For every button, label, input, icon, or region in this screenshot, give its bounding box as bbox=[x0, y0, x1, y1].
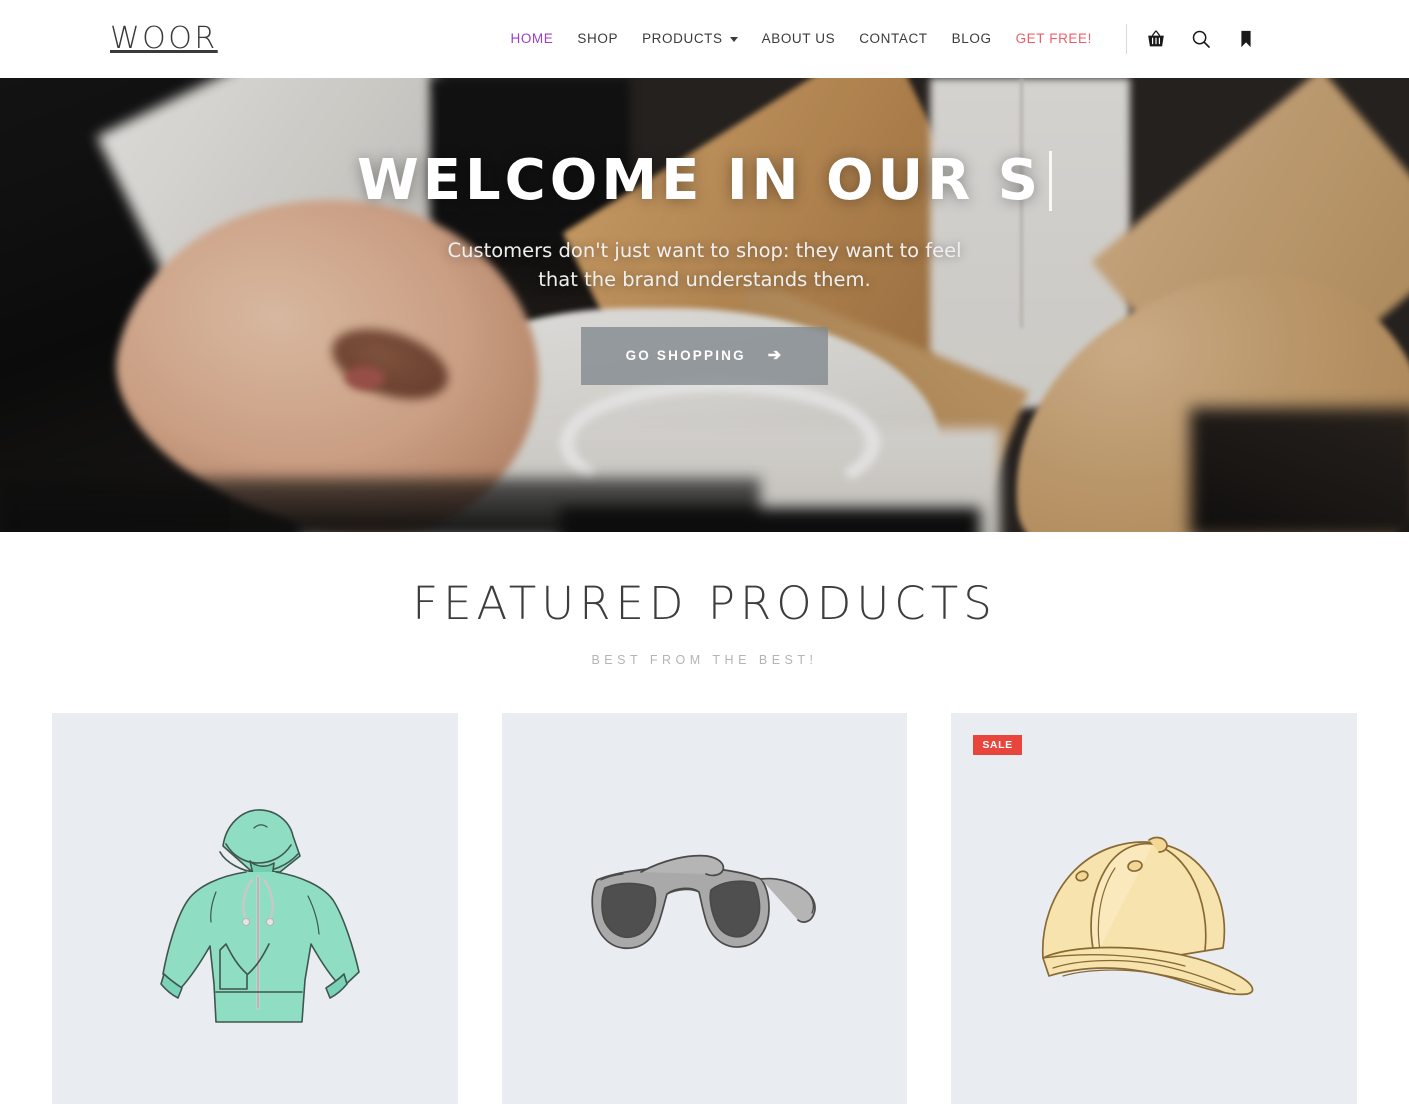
nav-link-get-free[interactable]: GET FREE! bbox=[1004, 31, 1104, 46]
product-grid: SALE bbox=[52, 713, 1357, 1104]
nav-item-contact: CONTACT bbox=[847, 30, 939, 48]
nav-item-blog: BLOG bbox=[940, 30, 1004, 48]
nav-item-get-free: GET FREE! bbox=[1004, 30, 1104, 48]
sale-badge: SALE bbox=[973, 735, 1022, 755]
product-card[interactable] bbox=[52, 713, 458, 1104]
hero-banner: WELCOME IN OUR S Customers don't just wa… bbox=[0, 78, 1409, 532]
hero-subtitle-line-1: Customers don't just want to shop: they … bbox=[447, 239, 962, 262]
hero-title-text: WELCOME IN OUR S bbox=[356, 147, 1043, 213]
featured-products-subtitle: BEST FROM THE BEST! bbox=[591, 653, 818, 667]
site-header: WOOR HOME SHOP PRODUCTS ABOUT US CONTACT… bbox=[0, 0, 1409, 78]
nav-link-home[interactable]: HOME bbox=[498, 31, 565, 46]
nav-link-blog[interactable]: BLOG bbox=[940, 31, 1004, 46]
typewriter-cursor bbox=[1049, 151, 1053, 211]
brand-logo[interactable]: WOOR bbox=[110, 24, 218, 54]
cap-illustration bbox=[1029, 826, 1279, 996]
go-shopping-label: GO SHOPPING bbox=[625, 348, 746, 363]
nav-item-home: HOME bbox=[498, 30, 565, 48]
sunglasses-illustration bbox=[579, 836, 829, 986]
bookmark-icon[interactable] bbox=[1235, 28, 1257, 50]
main-navigation: HOME SHOP PRODUCTS ABOUT US CONTACT BLOG… bbox=[498, 0, 1409, 78]
nav-link-contact[interactable]: CONTACT bbox=[847, 31, 939, 46]
hero-subtitle: Customers don't just want to shop: they … bbox=[0, 236, 1409, 295]
hero-title: WELCOME IN OUR S bbox=[356, 147, 1053, 213]
nav-item-shop: SHOP bbox=[565, 30, 630, 48]
go-shopping-button[interactable]: GO SHOPPING ➔ bbox=[580, 326, 829, 385]
hero-content: WELCOME IN OUR S Customers don't just wa… bbox=[0, 78, 1409, 385]
product-card[interactable]: SALE bbox=[951, 713, 1357, 1104]
hoodie-illustration bbox=[130, 784, 380, 1039]
nav-link-products-label: PRODUCTS bbox=[642, 31, 723, 46]
header-icon-group bbox=[1145, 28, 1257, 50]
hero-subtitle-line-2: that the brand understands them. bbox=[538, 268, 871, 292]
product-card[interactable] bbox=[501, 713, 908, 1104]
nav-item-about-us: ABOUT US bbox=[750, 30, 848, 48]
nav-link-products[interactable]: PRODUCTS bbox=[630, 31, 750, 46]
basket-icon[interactable] bbox=[1145, 28, 1167, 50]
search-icon[interactable] bbox=[1190, 28, 1212, 50]
nav-link-shop[interactable]: SHOP bbox=[565, 31, 630, 46]
nav-list: HOME SHOP PRODUCTS ABOUT US CONTACT BLOG… bbox=[498, 30, 1104, 48]
featured-products-section: FEATURED PRODUCTS BEST FROM THE BEST! SA… bbox=[0, 532, 1409, 1104]
nav-link-about-us[interactable]: ABOUT US bbox=[750, 31, 848, 46]
chevron-down-icon bbox=[729, 37, 738, 42]
featured-products-title: FEATURED PRODUCTS bbox=[412, 577, 997, 630]
nav-divider bbox=[1126, 24, 1127, 54]
arrow-right-icon: ➔ bbox=[767, 346, 784, 364]
nav-item-products: PRODUCTS bbox=[630, 30, 750, 48]
